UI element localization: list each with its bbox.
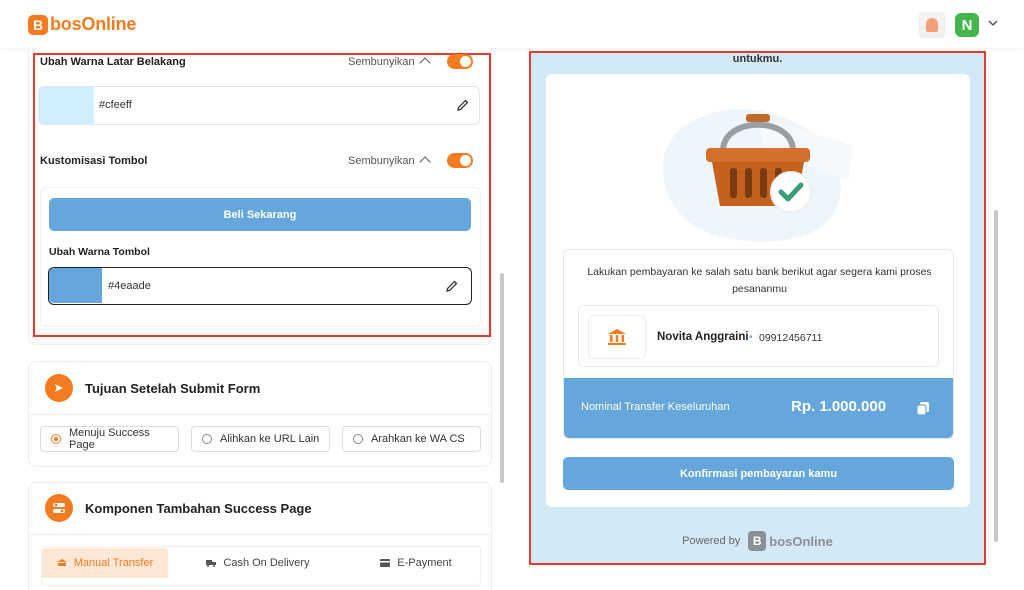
confirm-payment-button[interactable]: Konfirmasi pembayaran kamu: [563, 457, 954, 490]
bg-color-swatch[interactable]: [39, 87, 94, 124]
radio-success-page[interactable]: Menuju Success Page: [40, 426, 179, 452]
truck-icon: [206, 560, 217, 567]
preview-top-text: untukmu.: [732, 53, 783, 65]
pencil-icon[interactable]: [446, 280, 458, 292]
radio-wa-cs[interactable]: Arahkan ke WA CS: [342, 426, 481, 452]
account-number: 09912456711: [759, 332, 823, 344]
redirect-title: Tujuan Setelah Submit Form: [85, 381, 261, 396]
powered-by-text: Powered by: [682, 535, 741, 547]
components-title: Komponen Tambahan Success Page: [85, 501, 312, 516]
radio-icon: [353, 434, 363, 444]
radio-label: Alihkan ke URL Lain: [220, 433, 320, 445]
total-transfer-bar: Nominal Transfer Keseluruhan Rp. 1.000.0…: [564, 378, 953, 438]
bank-icon: [588, 315, 646, 359]
send-icon: [45, 374, 73, 402]
buy-now-preview-button[interactable]: Beli Sekarang: [49, 198, 471, 231]
divider: [28, 414, 492, 415]
button-custom-label: Kustomisasi Tombol: [40, 155, 148, 167]
radio-selected-icon: [51, 434, 61, 444]
button-color-field[interactable]: #4eaade: [48, 267, 472, 305]
radio-label: Arahkan ke WA CS: [371, 433, 465, 445]
bg-visibility-toggle[interactable]: [447, 54, 473, 69]
radio-icon: [202, 434, 212, 444]
user-avatar[interactable]: N: [955, 13, 979, 37]
tab-label: E-Payment: [397, 557, 452, 569]
button-color-hex: #4eaade: [108, 280, 151, 292]
bank-instruction-text: Lakukan pembayaran ke salah satu bank be…: [587, 266, 932, 295]
copy-icon[interactable]: [916, 401, 930, 416]
powered-by-footer: Powered by B bosOnline: [531, 531, 984, 551]
button-color-swatch[interactable]: [49, 268, 102, 303]
tab-label: Cash On Delivery: [223, 557, 310, 569]
pencil-icon[interactable]: [457, 99, 469, 111]
total-transfer-amount: Rp. 1.000.000: [791, 398, 887, 415]
bank-transfer-box: Lakukan pembayaran ke salah satu bank be…: [563, 249, 954, 439]
app-header: B bosOnline N: [0, 0, 1024, 48]
basket-illustration: [663, 109, 853, 242]
bank-account-row[interactable]: Novita Anggraini • 09912456711: [578, 305, 939, 367]
logo-text: bosOnline: [50, 14, 137, 34]
settings-panel: Ubah Warna Latar Belakang Sembunyikan #c…: [0, 48, 510, 590]
total-transfer-label: Nominal Transfer Keseluruhan: [581, 401, 730, 413]
bg-color-hex: #cfeeff: [99, 99, 132, 111]
tab-cash-on-delivery[interactable]: Cash On Delivery: [190, 548, 326, 578]
bg-color-field[interactable]: #cfeeff: [38, 86, 480, 125]
bank-icon: [56, 559, 67, 566]
divider: [28, 534, 492, 535]
toggle-settings-icon: [45, 494, 73, 522]
card-icon: [380, 559, 391, 567]
tab-label: Manual Transfer: [73, 557, 154, 569]
tab-e-payment[interactable]: E-Payment: [356, 548, 476, 578]
bosonline-logo[interactable]: B bosOnline: [28, 14, 136, 35]
left-scrollbar[interactable]: [500, 273, 504, 483]
bg-color-label: Ubah Warna Latar Belakang: [40, 56, 186, 68]
preview-card: Lakukan pembayaran ke salah satu bank be…: [546, 74, 970, 507]
button-color-label: Ubah Warna Tombol: [49, 246, 150, 258]
bg-hide-toggle-text[interactable]: Sembunyikan: [348, 56, 415, 68]
chevron-down-icon[interactable]: [986, 16, 1000, 30]
success-page-preview: untukmu. Lakukan pembayaran ke salah sat…: [529, 51, 986, 565]
button-hide-toggle-text[interactable]: Sembunyikan: [348, 155, 415, 167]
button-visibility-toggle[interactable]: [447, 153, 473, 168]
radio-url[interactable]: Alihkan ke URL Lain: [191, 426, 330, 452]
tab-manual-transfer[interactable]: Manual Transfer: [42, 548, 168, 578]
powered-logo-mark: B: [748, 531, 767, 551]
account-separator: •: [749, 332, 753, 343]
notification-bell-icon[interactable]: [918, 12, 946, 38]
radio-label: Menuju Success Page: [69, 427, 150, 451]
logo-mark: B: [28, 14, 48, 35]
account-holder-name: Novita Anggraini: [657, 331, 749, 343]
powered-logo-text: bosOnline: [769, 533, 833, 549]
right-scrollbar[interactable]: [994, 210, 998, 542]
